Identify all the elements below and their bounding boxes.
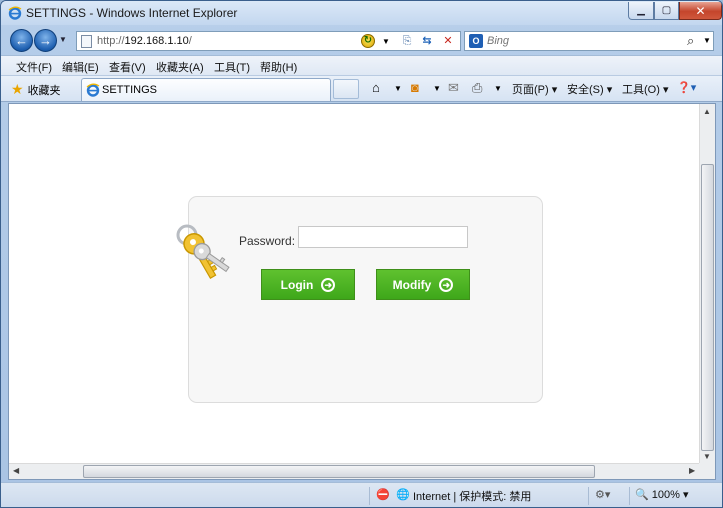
keys-icon [176, 224, 230, 280]
zoom-level: 100% [651, 489, 680, 501]
menu-edit[interactable]: 编辑(E) [62, 59, 99, 75]
address-dropdown-icon[interactable]: ▼ [382, 37, 390, 46]
arrow-circle-right-icon: ➜ [439, 277, 454, 292]
password-field[interactable] [298, 226, 468, 248]
scrollbar-corner [699, 463, 715, 479]
search-icon[interactable]: ⌕ [687, 33, 694, 49]
star-icon: ★ [11, 81, 24, 97]
mail-icon[interactable]: ✉ [448, 80, 459, 96]
status-bar: ⛔ 🌐 Internet | 保护模式: 禁用 ⚙▾ 🔍 100% ▾ [1, 482, 722, 507]
menu-file[interactable]: 文件(F) [16, 59, 52, 75]
status-divider [629, 487, 630, 505]
modify-button-label: Modify [392, 277, 432, 292]
history-dropdown-icon[interactable]: ▼ [59, 35, 67, 44]
page-menu[interactable]: 页面(P) ▾ [512, 81, 557, 97]
feeds-icon[interactable]: ◙ [411, 80, 419, 95]
menu-favorites[interactable]: 收藏夹(A) [156, 59, 204, 75]
tab-bar: ★ 收藏夹 SETTINGS ⌂ ▼ ◙ ▼ ✉ ⎙ ▼ 页面(P) ▾ 安全(… [1, 75, 722, 102]
minimize-button[interactable]: ▁ [628, 2, 654, 20]
safety-menu-label: 安全(S) [567, 84, 604, 96]
search-bar: O ⌕ ▼ [464, 31, 714, 51]
refresh-button[interactable]: ⇆ [419, 34, 435, 49]
scroll-right-icon[interactable]: ▶ [689, 466, 695, 475]
scroll-down-icon[interactable]: ▼ [703, 452, 711, 461]
bing-icon: O [469, 34, 483, 48]
tools-menu[interactable]: 工具(O) ▾ [622, 81, 668, 97]
window-title: SETTINGS - Windows Internet Explorer [26, 6, 238, 20]
zoom-control[interactable]: 🔍 100% ▾ [635, 488, 688, 501]
help-menu[interactable]: ❓▾ [677, 81, 696, 94]
login-panel: Password: Login ➜ Modify ➜ [176, 196, 543, 403]
help-icon: ❓ [677, 82, 691, 94]
title-bar: SETTINGS - Windows Internet Explorer ▁ ▢… [1, 1, 722, 25]
forward-button[interactable]: → [34, 29, 57, 52]
home-dropdown-icon[interactable]: ▼ [394, 84, 402, 93]
status-divider [369, 487, 370, 505]
menu-tools[interactable]: 工具(T) [214, 59, 250, 75]
protected-mode-icon[interactable]: ⚙▾ [595, 488, 610, 501]
security-zone[interactable]: Internet | 保护模式: 禁用 [413, 488, 531, 504]
status-divider [588, 487, 589, 505]
url-host: 192.168.1.10 [124, 35, 189, 47]
password-label: Password: [239, 234, 296, 248]
browser-window: SETTINGS - Windows Internet Explorer ▁ ▢… [0, 0, 723, 508]
close-button[interactable]: ✕ [679, 2, 722, 20]
arrow-right-icon: → [39, 33, 52, 48]
tab-label: SETTINGS [102, 84, 158, 96]
url-path: / [188, 35, 192, 47]
zoom-icon: 🔍 [635, 489, 649, 501]
modify-button[interactable]: Modify ➜ [376, 269, 470, 300]
home-icon[interactable]: ⌂ [372, 80, 380, 95]
search-input[interactable] [487, 34, 667, 48]
tab-settings[interactable]: SETTINGS [81, 78, 331, 101]
maximize-icon: ▢ [661, 5, 672, 16]
print-icon[interactable]: ⎙ [472, 80, 482, 96]
url-text[interactable]: http://192.168.1.10/ [97, 35, 192, 47]
login-button-label: Login [280, 277, 314, 292]
feed-icon[interactable]: ⎘ [399, 34, 415, 49]
arrow-left-icon: ← [15, 33, 28, 48]
horizontal-scroll-thumb[interactable] [83, 465, 595, 478]
page-menu-label: 页面(P) [512, 84, 549, 96]
favorites-label: 收藏夹 [27, 84, 61, 97]
menu-view[interactable]: 查看(V) [109, 59, 146, 75]
address-bar[interactable]: http://192.168.1.10/ ↻ ▼ ⎘ ⇆ ✕ [76, 31, 461, 51]
login-button[interactable]: Login ➜ [261, 269, 355, 300]
search-dropdown-icon[interactable]: ▼ [703, 36, 711, 45]
page-content: Password: Login ➜ Modify ➜ ▲ ▼ ◀ ▶ [8, 103, 716, 480]
globe-icon: 🌐 [396, 489, 410, 501]
ie-logo-icon [8, 6, 22, 20]
back-button[interactable]: ← [10, 29, 33, 52]
scroll-up-icon[interactable]: ▲ [703, 107, 711, 116]
ie-logo-icon [86, 83, 100, 97]
compatibility-icon[interactable]: ↻ [361, 34, 375, 48]
feeds-dropdown-icon[interactable]: ▼ [433, 84, 441, 93]
favorites-button[interactable]: ★ 收藏夹 [11, 81, 61, 98]
maximize-button[interactable]: ▢ [654, 2, 679, 20]
navigation-row: ← → ▼ http://192.168.1.10/ ↻ ▼ ⎘ ⇆ ✕ O ⌕… [1, 25, 722, 55]
url-scheme: http:// [97, 35, 125, 47]
arrow-circle-right-icon: ➜ [321, 277, 336, 292]
stop-button[interactable]: ✕ [440, 34, 456, 49]
page-icon [81, 35, 92, 48]
new-tab-button[interactable] [333, 79, 359, 99]
menu-help[interactable]: 帮助(H) [260, 59, 297, 75]
blocked-content-icon[interactable]: ⛔ [376, 488, 390, 501]
print-dropdown-icon[interactable]: ▼ [494, 84, 502, 93]
safety-menu[interactable]: 安全(S) ▾ [567, 81, 612, 97]
vertical-scroll-thumb[interactable] [701, 164, 714, 451]
scroll-left-icon[interactable]: ◀ [13, 466, 19, 475]
vertical-scrollbar[interactable]: ▲ ▼ [699, 104, 715, 466]
tools-menu-label: 工具(O) [622, 84, 660, 96]
horizontal-scrollbar[interactable]: ◀ ▶ [9, 463, 701, 479]
close-icon: ✕ [695, 3, 706, 18]
menu-bar: 文件(F) 编辑(E) 查看(V) 收藏夹(A) 工具(T) 帮助(H) [1, 55, 722, 75]
minimize-icon: ▁ [637, 5, 645, 16]
